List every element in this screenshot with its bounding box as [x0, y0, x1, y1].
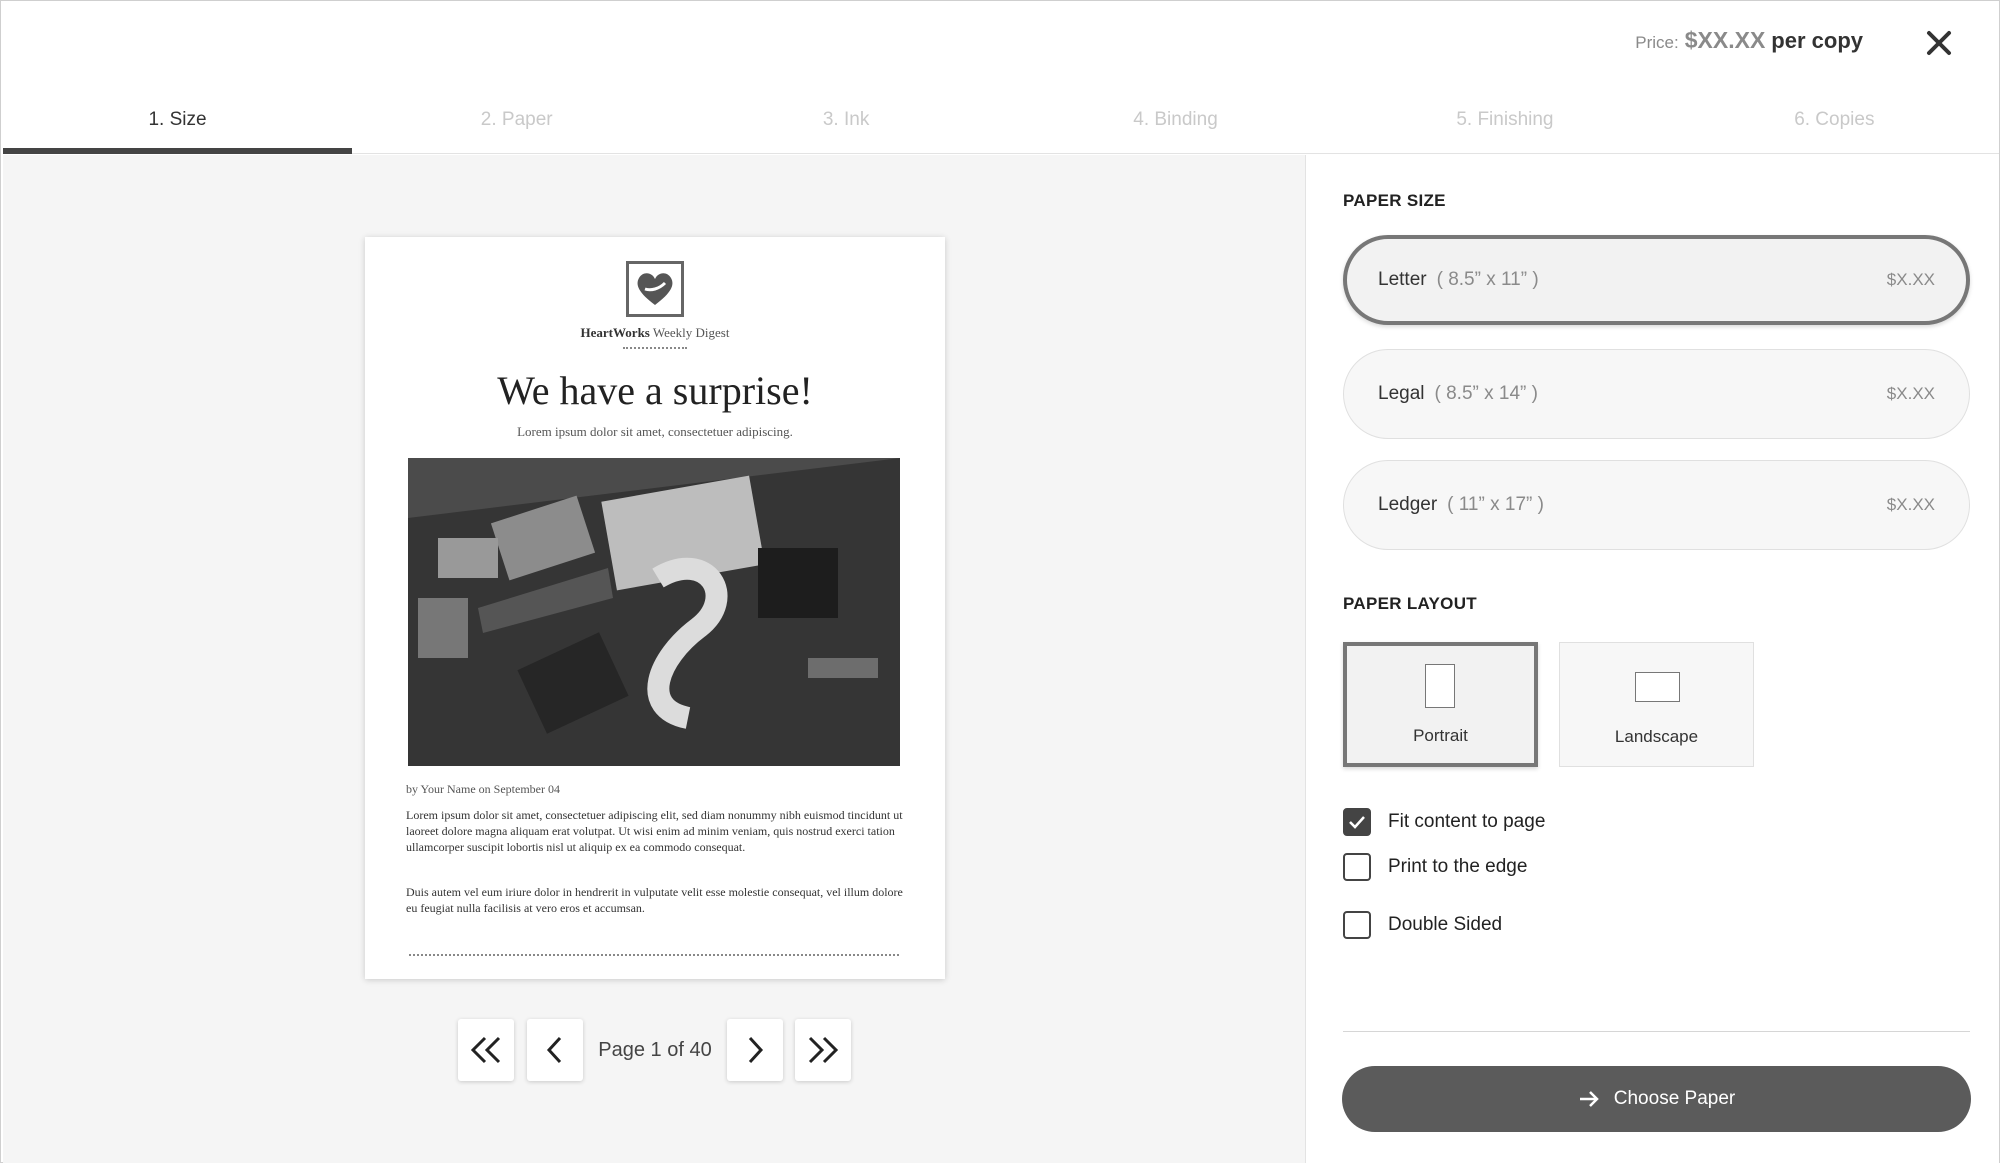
- close-button[interactable]: [1919, 23, 1959, 63]
- choose-paper-label: Choose Paper: [1613, 1088, 1736, 1109]
- footer-dots: [409, 954, 899, 956]
- first-page-button[interactable]: [458, 1019, 514, 1081]
- size-dimensions: ( 8.5” x 11” ): [1436, 269, 1539, 290]
- layout-option-landscape[interactable]: Landscape: [1559, 642, 1754, 767]
- document-preview: HeartWorks Weekly Digest We have a surpr…: [365, 237, 945, 979]
- price-display: Price: $XX.XX per copy: [1635, 27, 1863, 54]
- checkmark-icon: [1349, 816, 1365, 829]
- price-unit: per copy: [1771, 28, 1863, 53]
- fit-content-checkbox[interactable]: [1343, 808, 1371, 836]
- size-option-ledger[interactable]: Ledger ( 11” x 17” ) $X.XX: [1343, 460, 1970, 550]
- newsletter-brand: HeartWorks Weekly Digest: [365, 325, 945, 341]
- subheadline: Lorem ipsum dolor sit amet, consectetuer…: [517, 424, 793, 439]
- page-navigator: Page 1 of 40: [458, 1019, 851, 1081]
- fit-content-option[interactable]: Fit content to page: [1343, 808, 1545, 836]
- next-page-button[interactable]: [727, 1019, 783, 1081]
- page-indicator: Page 1 of 40: [598, 1038, 712, 1061]
- brand-suffix: Weekly Digest: [649, 325, 730, 340]
- layout-label: Portrait: [1413, 726, 1468, 745]
- size-price: $X.XX: [1886, 270, 1935, 289]
- brand-logo: [626, 261, 684, 317]
- chevron-left-icon: [546, 1036, 562, 1064]
- previous-page-button[interactable]: [527, 1019, 583, 1081]
- options-panel: PAPER SIZE Letter ( 8.5” x 11” ) $X.XX L…: [1305, 155, 1999, 1163]
- brand-name: HeartWorks: [580, 325, 650, 340]
- divider-dots: [623, 347, 687, 349]
- last-page-button[interactable]: [795, 1019, 851, 1081]
- chevron-right-icon: [748, 1036, 764, 1064]
- heart-icon: [637, 273, 673, 305]
- tab-binding[interactable]: 4. Binding: [1011, 97, 1340, 153]
- size-dimensions: ( 8.5” x 14” ): [1434, 383, 1538, 404]
- feature-photo: [408, 458, 900, 766]
- tab-copies[interactable]: 6. Copies: [1670, 97, 1999, 153]
- landscape-page-icon: [1635, 672, 1680, 702]
- double-sided-checkbox[interactable]: [1343, 911, 1371, 939]
- print-to-edge-checkbox[interactable]: [1343, 853, 1371, 881]
- print-to-edge-label: Print to the edge: [1388, 856, 1528, 877]
- headline: We have a surprise!: [497, 368, 813, 413]
- body-paragraph-2: Duis autem vel eum iriure dolor in hendr…: [406, 885, 903, 915]
- size-price: $X.XX: [1886, 495, 1935, 514]
- price-label: Price:: [1635, 33, 1679, 52]
- step-tabs: 1. Size 2. Paper 3. Ink 4. Binding 5. Fi…: [3, 97, 1999, 154]
- tab-size[interactable]: 1. Size: [3, 97, 352, 154]
- body-paragraph-1: Lorem ipsum dolor sit amet, consectetuer…: [406, 808, 903, 854]
- layout-label: Landscape: [1614, 727, 1699, 746]
- size-option-letter[interactable]: Letter ( 8.5” x 11” ) $X.XX: [1343, 235, 1970, 325]
- double-chevron-left-icon: [470, 1036, 501, 1064]
- portrait-page-icon: [1425, 664, 1455, 708]
- double-sided-option[interactable]: Double Sided: [1343, 911, 1502, 939]
- price-value: $XX.XX: [1684, 27, 1766, 53]
- layout-option-portrait[interactable]: Portrait: [1343, 642, 1538, 767]
- photo-illustration: [408, 458, 900, 766]
- size-dimensions: ( 11” x 17” ): [1447, 494, 1544, 515]
- double-sided-label: Double Sided: [1388, 914, 1503, 935]
- byline: by Your Name on September 04: [406, 782, 560, 796]
- size-name: Legal: [1378, 383, 1425, 404]
- size-price: $X.XX: [1886, 384, 1935, 403]
- print-options-dialog: Price: $XX.XX per copy 1. Size 2. Paper …: [0, 0, 2000, 1163]
- fit-content-label: Fit content to page: [1388, 811, 1546, 832]
- tab-paper[interactable]: 2. Paper: [352, 97, 681, 153]
- size-name: Letter: [1378, 269, 1427, 290]
- panel-divider: [1343, 1031, 1970, 1032]
- arrow-right-icon: [1579, 1091, 1599, 1107]
- size-name: Ledger: [1378, 494, 1438, 515]
- close-icon: [1927, 31, 1951, 55]
- double-chevron-right-icon: [808, 1036, 839, 1064]
- paper-layout-title: PAPER LAYOUT: [1343, 594, 1477, 613]
- tab-finishing[interactable]: 5. Finishing: [1340, 97, 1669, 153]
- choose-paper-button[interactable]: Choose Paper: [1342, 1066, 1971, 1132]
- paper-size-title: PAPER SIZE: [1343, 191, 1446, 210]
- tab-ink[interactable]: 3. Ink: [681, 97, 1010, 153]
- print-to-edge-option[interactable]: Print to the edge: [1343, 853, 1527, 881]
- size-option-legal[interactable]: Legal ( 8.5” x 14” ) $X.XX: [1343, 349, 1970, 439]
- preview-area: HeartWorks Weekly Digest We have a surpr…: [3, 155, 1305, 1163]
